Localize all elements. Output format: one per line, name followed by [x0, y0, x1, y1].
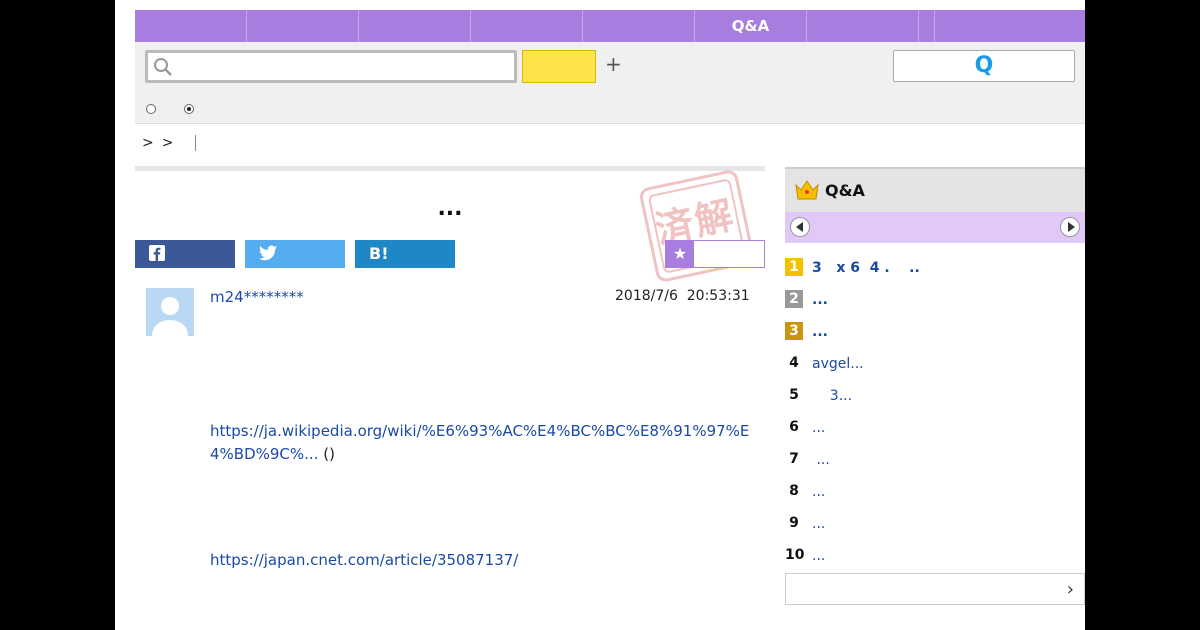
ranking-item[interactable]: 3...	[785, 322, 1085, 342]
ranking-item[interactable]: 10...	[785, 546, 1085, 566]
rank-number: 6	[789, 419, 799, 435]
rank-number: 3	[785, 322, 803, 340]
link-suffix: ()	[318, 445, 335, 463]
ranking-header: Q&A	[785, 167, 1085, 212]
rank-number: 10	[785, 547, 805, 563]
rank-question-link[interactable]: ...	[812, 482, 825, 502]
nav-tab-3[interactable]	[359, 10, 471, 42]
breadcrumb-divider	[195, 135, 197, 151]
nav-tab-5[interactable]	[583, 10, 695, 42]
more-ranking-button[interactable]: ›	[785, 573, 1085, 605]
breadcrumb: > >	[142, 135, 197, 151]
username-link[interactable]: m24********	[210, 288, 304, 306]
ranking-item[interactable]: 6...	[785, 418, 1085, 438]
rank-number: 2	[785, 290, 803, 308]
facebook-share-button[interactable]	[135, 240, 235, 268]
plus-icon[interactable]: +	[605, 52, 622, 76]
rank-question-link[interactable]: avgel...	[812, 354, 864, 374]
post-timestamp: 2018/7/6 20:53:31	[615, 288, 750, 304]
ranking-item[interactable]: 7 ...	[785, 450, 1085, 470]
page: Q&A + Q > > 済解 ... B! ★ m24******** 2018…	[115, 0, 1085, 630]
nav-tab-7[interactable]	[807, 10, 919, 42]
crown-icon	[795, 180, 819, 200]
nav-tab-1[interactable]	[135, 10, 247, 42]
avatar[interactable]	[146, 288, 194, 336]
facebook-icon	[149, 245, 165, 261]
ranking-item[interactable]: 2...	[785, 290, 1085, 310]
rank-question-link[interactable]: ...	[812, 546, 825, 566]
rank-number: 8	[789, 483, 799, 499]
rank-question-link[interactable]: ...	[812, 450, 829, 470]
twitter-icon	[259, 245, 277, 261]
chevron-right-icon: ›	[1066, 579, 1074, 600]
nav-tab-2[interactable]	[247, 10, 359, 42]
user-silhouette-icon	[152, 297, 188, 336]
ranking-item[interactable]: 9...	[785, 514, 1085, 534]
twitter-share-button[interactable]	[245, 240, 345, 268]
search-scope-radio-1[interactable]	[146, 104, 156, 114]
top-nav: Q&A	[135, 10, 1085, 42]
search-band: + Q	[135, 42, 1085, 124]
rank-number: 7	[789, 451, 799, 467]
rank-number: 1	[785, 258, 803, 276]
question-title: ...	[437, 196, 463, 221]
rank-question-link[interactable]: 3 x 6 4 . ..	[812, 258, 920, 278]
ask-question-button[interactable]: Q	[893, 50, 1075, 82]
ranking-item[interactable]: 5 3...	[785, 386, 1085, 406]
nav-tab-9[interactable]	[935, 10, 1085, 42]
next-arrow-icon[interactable]	[1060, 217, 1080, 237]
search-button[interactable]	[522, 50, 596, 83]
breadcrumb-separator: >	[142, 135, 154, 151]
prev-arrow-icon[interactable]	[790, 217, 810, 237]
ranking-item[interactable]: 4 avgel...	[785, 354, 1085, 374]
hatena-bookmark-button[interactable]: B!	[355, 240, 455, 268]
favorite-button[interactable]: ★	[665, 240, 765, 268]
breadcrumb-separator: >	[161, 135, 174, 151]
rank-question-link[interactable]: ...	[812, 418, 825, 438]
search-input[interactable]	[145, 50, 517, 83]
nav-tab-qa[interactable]: Q&A	[695, 10, 807, 42]
ranking-tabs	[785, 212, 1085, 243]
rank-question-link[interactable]: ...	[812, 322, 828, 342]
nav-tab-4[interactable]	[471, 10, 583, 42]
search-icon	[154, 58, 172, 76]
nav-tab-8[interactable]	[919, 10, 935, 42]
divider	[135, 166, 765, 171]
rank-question-link[interactable]: ...	[812, 290, 828, 310]
rank-number: 9	[789, 515, 799, 531]
ranking-item[interactable]: 8...	[785, 482, 1085, 502]
wikipedia-link-paragraph: https://ja.wikipedia.org/wiki/%E6%93%AC%…	[210, 420, 755, 466]
ranking-title: Q&A	[825, 181, 865, 200]
star-icon: ★	[666, 241, 694, 267]
wikipedia-link[interactable]: https://ja.wikipedia.org/wiki/%E6%93%AC%…	[210, 422, 749, 463]
cnet-link[interactable]: https://japan.cnet.com/article/35087137/	[210, 551, 518, 569]
ranking-item[interactable]: 1 3 x 6 4 . ..	[785, 258, 1085, 278]
search-scope-radio-2[interactable]	[184, 104, 194, 114]
rank-number: 5	[789, 387, 799, 403]
rank-question-link[interactable]: ...	[812, 514, 825, 534]
rank-number: 4	[789, 355, 799, 371]
rank-question-link[interactable]: 3...	[812, 386, 852, 406]
